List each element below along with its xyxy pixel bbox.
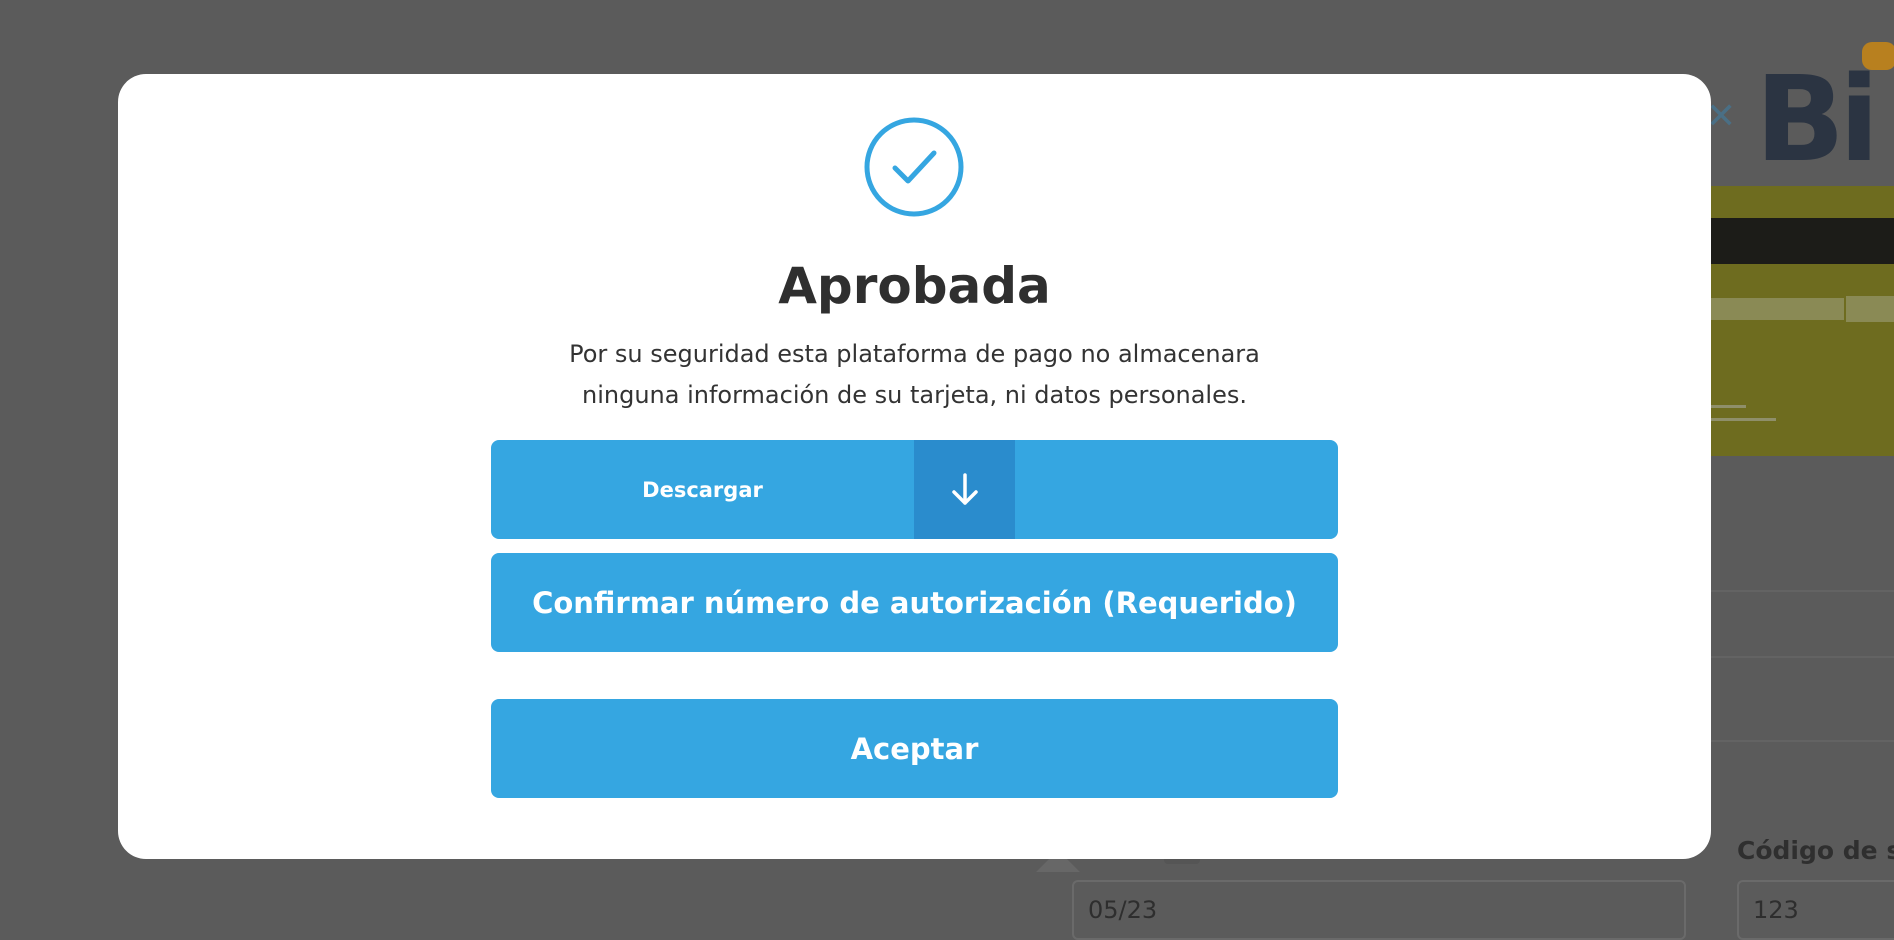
confirm-authorization-button[interactable]: Confirmar número de autorización (Requer… [491,553,1338,652]
brand-logo: Bi [1755,50,1879,188]
card-text-line [1706,405,1746,408]
card-signature-strip [1700,298,1844,320]
message-line: ninguna información de su tarjeta, ni da… [582,381,1247,410]
message-line: Por su seguridad esta plataforma de pago… [569,340,1260,368]
security-code-label: Código de se [1737,836,1894,865]
expiry-date-input[interactable]: 05/23 [1072,880,1686,940]
arrow-down-icon [914,440,1015,539]
card-cvv-box [1846,296,1894,322]
form-separator [1700,590,1894,592]
download-button[interactable]: Descargar [491,440,1338,539]
download-button-label: Descargar [642,477,763,502]
check-circle-icon [862,115,966,219]
form-separator [1700,656,1894,658]
modal-message: Por su seguridad esta plataforma de pago… [430,334,1399,417]
card-magnetic-stripe [1700,218,1894,264]
security-code-input[interactable]: 123 [1737,880,1894,940]
card-text-line [1706,418,1776,421]
logo-dot [1862,42,1894,70]
form-separator [1700,740,1894,742]
modal-title: Aprobada [778,257,1051,315]
accept-button[interactable]: Aceptar [491,699,1338,798]
